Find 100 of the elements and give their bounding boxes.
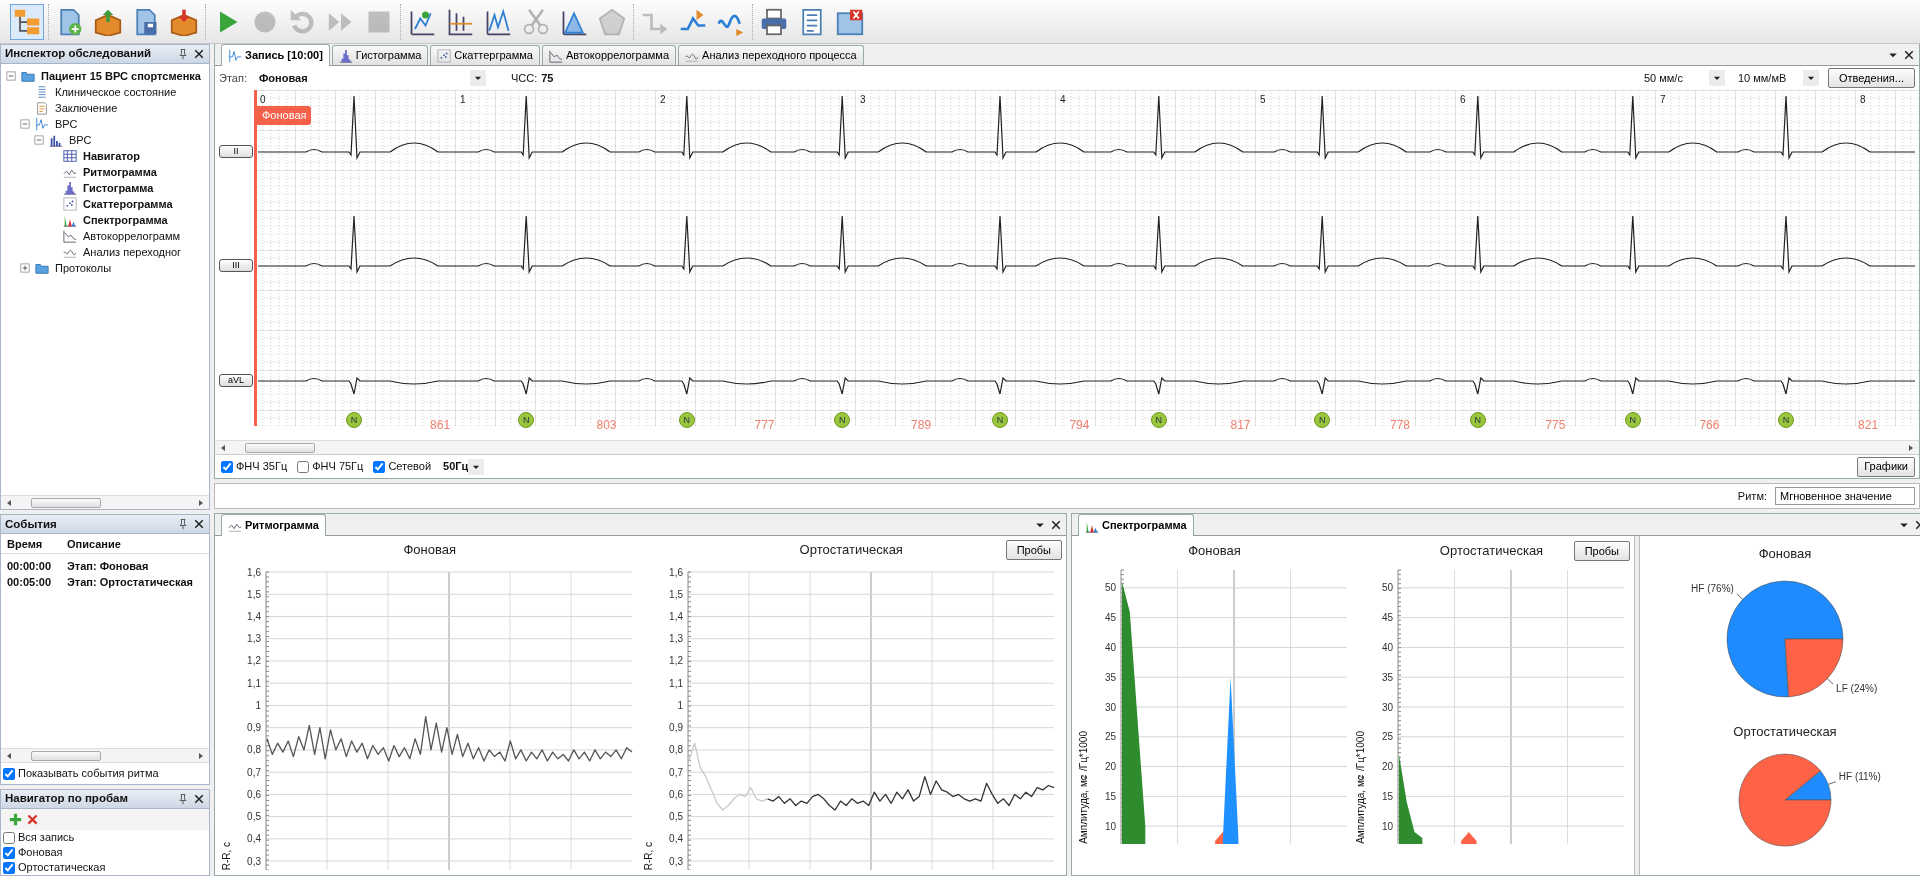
tick-label: 1,4 — [668, 611, 683, 622]
column-header: Время — [6, 536, 44, 552]
tick-label: 0,6 — [247, 788, 261, 800]
tab[interactable]: Гистограмма — [331, 45, 429, 65]
tree-structure-button[interactable] — [10, 3, 44, 40]
close-icon — [193, 793, 205, 805]
rr-interval: 766 — [1699, 417, 1720, 434]
tree-item[interactable]: Заключение — [53, 99, 120, 117]
tree-item[interactable]: Анализ переходног — [81, 243, 184, 261]
tick-label: 0,9 — [247, 722, 261, 734]
panel-title: Навигатор по пробам — [5, 791, 128, 807]
tree-item[interactable]: Пациент 15 ВРС спортсменка — [39, 67, 203, 85]
lead-label[interactable]: II — [219, 145, 253, 158]
leader-line — [1736, 592, 1744, 600]
tab[interactable]: Скаттерграмма — [430, 45, 540, 65]
tree-item[interactable]: Спектрограмма — [81, 211, 170, 229]
checkbox[interactable] — [373, 460, 386, 473]
scatter-plot-icon — [437, 48, 452, 63]
probes-button[interactable]: Пробы — [1005, 540, 1062, 560]
tree-item[interactable]: Ритмограмма — [81, 163, 159, 181]
tree-item[interactable]: Скаттерограмма — [81, 195, 175, 213]
tick-label: 0,5 — [668, 811, 683, 823]
charts-button[interactable]: Графики — [1857, 456, 1915, 477]
checkbox[interactable] — [3, 846, 15, 859]
tab[interactable]: Ритмограмма — [221, 514, 326, 536]
tick-label: 0,3 — [668, 855, 683, 867]
tree-item[interactable]: ВРС — [67, 131, 94, 149]
box-arrow-down-icon — [170, 7, 198, 36]
delete-icon — [26, 813, 39, 826]
spectrum-area — [1461, 832, 1477, 844]
tick-label: 25 — [1104, 731, 1116, 743]
stage-marker: Фоновая — [257, 106, 312, 125]
line-chart-icon — [548, 48, 563, 63]
checkbox[interactable] — [297, 460, 310, 473]
tab[interactable]: Запись [10:00] — [221, 44, 330, 66]
rr-interval: 789 — [911, 417, 932, 434]
table-cell-text: 00:00:00 — [6, 559, 53, 575]
tree-item[interactable]: ВРС — [53, 115, 80, 133]
tick-label: 1,4 — [247, 611, 261, 622]
pin-icon — [177, 48, 189, 60]
scrollbar[interactable] — [215, 440, 1919, 454]
tab[interactable]: Спектрограмма — [1078, 514, 1194, 536]
checkbox[interactable] — [3, 767, 15, 780]
leader-line — [1827, 781, 1837, 785]
time-label: 4 — [1060, 93, 1066, 107]
chart-title: Фоновая — [1188, 542, 1241, 561]
tree-item[interactable]: Навигатор — [81, 147, 142, 165]
tab[interactable]: Автокоррелограмма — [541, 45, 677, 65]
collapse-icon[interactable] — [33, 134, 45, 146]
expand-icon[interactable] — [19, 262, 31, 274]
chart-title: Ортостатическая — [1439, 542, 1544, 561]
rr-interval: 861 — [430, 417, 451, 434]
scrollbar[interactable] — [1, 495, 209, 510]
scrollbar[interactable] — [1, 748, 209, 762]
tree-item[interactable]: Автокоррелограмм — [81, 227, 183, 245]
tick-label: 1,6 — [668, 566, 683, 578]
tick-label: 35 — [1104, 671, 1116, 683]
time-label: 5 — [1260, 93, 1266, 107]
checkbox[interactable] — [3, 831, 15, 844]
leader-line — [1826, 677, 1834, 685]
checkbox-label: Сетевой — [388, 459, 432, 475]
close-icon — [193, 518, 205, 531]
pulse-icon — [35, 117, 49, 131]
heart-rate-value: 75 — [541, 70, 554, 86]
tick-label: 50 — [1104, 582, 1116, 594]
chart-title: Ортостатическая — [799, 541, 903, 560]
rr-interval: 794 — [1069, 417, 1090, 434]
close-icon — [193, 48, 205, 60]
probes-button[interactable]: Пробы — [1573, 541, 1630, 561]
time-label: 3 — [860, 93, 866, 107]
chart-title: Фоновая — [403, 541, 457, 560]
leads-button[interactable]: Отведения... — [1827, 68, 1915, 88]
tick-label: 40 — [1381, 641, 1393, 653]
rr-interval: 817 — [1230, 417, 1251, 434]
tree-item[interactable]: Протоколы — [53, 259, 114, 277]
time-label: 2 — [660, 93, 666, 107]
tick-label: 0,8 — [247, 744, 261, 756]
pin-icon — [177, 518, 189, 531]
folder-icon — [21, 69, 35, 83]
chart-title: Ортостатическая — [1733, 722, 1837, 741]
histogram-icon — [338, 48, 353, 63]
tick-label: 0,3 — [247, 855, 261, 867]
lead-label[interactable]: III — [219, 259, 253, 272]
lead-label[interactable]: aVL — [219, 374, 253, 387]
rhythm-field[interactable]: Мгновенное значение — [1775, 487, 1915, 505]
time-label: 7 — [1660, 93, 1666, 107]
tick-label: 1,3 — [247, 633, 261, 645]
close-icon — [1050, 519, 1062, 531]
tree-item[interactable]: Гистограмма — [81, 179, 156, 197]
tab[interactable]: Анализ переходного процесса — [678, 45, 864, 65]
collapse-icon[interactable] — [19, 118, 31, 130]
tick-label: 25 — [1381, 731, 1393, 743]
rr-interval: 803 — [596, 417, 617, 434]
rr-interval: 821 — [1858, 417, 1879, 434]
tick-label: 0,6 — [668, 788, 683, 800]
collapse-icon[interactable] — [5, 70, 17, 82]
checkbox[interactable] — [221, 460, 233, 473]
tree-item[interactable]: Клиническое состояние — [53, 83, 179, 101]
tick-label: 20 — [1104, 761, 1116, 773]
checkbox[interactable] — [3, 861, 15, 874]
